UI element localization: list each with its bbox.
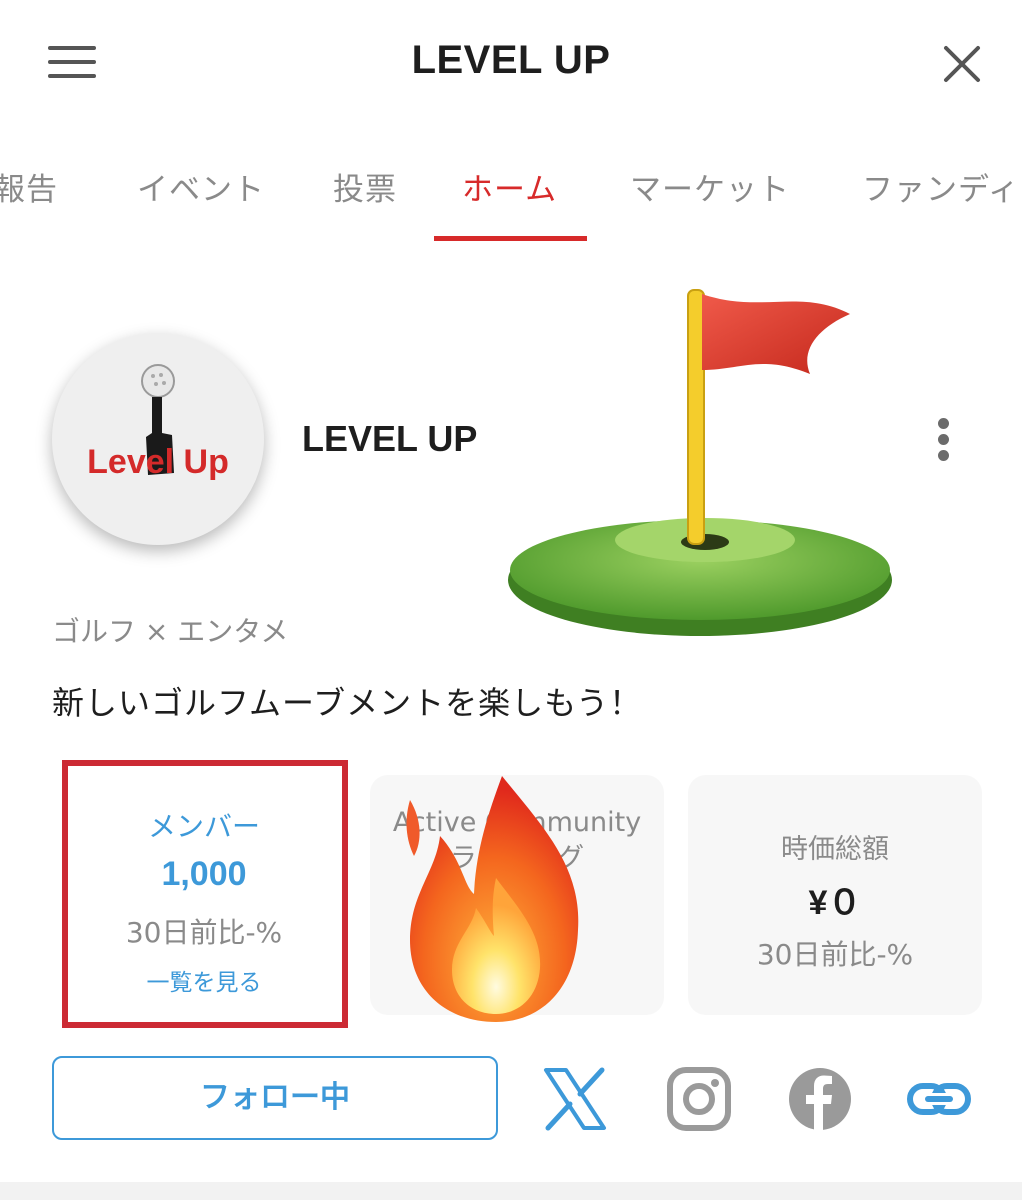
level-up-logo: Level Up: [87, 364, 229, 481]
tab-votes[interactable]: 投票: [333, 164, 397, 209]
x-icon[interactable]: [542, 1066, 608, 1132]
bottom-divider: [0, 1182, 1022, 1200]
market-cap-change: 30日前比-%: [756, 938, 914, 971]
close-icon[interactable]: [938, 40, 986, 88]
instagram-icon[interactable]: [666, 1066, 732, 1132]
page-title: LEVEL UP: [411, 38, 611, 82]
community-tagline: 新しいゴルフムーブメントを楽しもう！: [52, 684, 643, 722]
tab-home[interactable]: ホーム: [462, 164, 557, 209]
community-name: LEVEL UP: [302, 418, 478, 459]
market-cap-card[interactable]: 時価総額 ¥０ 30日前比-%: [688, 775, 982, 1015]
facebook-icon[interactable]: [787, 1066, 853, 1132]
link-icon[interactable]: [906, 1066, 972, 1132]
community-avatar: Level Up: [52, 333, 264, 545]
tab-report[interactable]: 報告: [0, 164, 58, 209]
market-cap-value: ¥０: [808, 884, 862, 922]
golf-flag-emoji: [508, 289, 892, 636]
tab-events[interactable]: イベント: [137, 164, 265, 209]
community-category: ゴルフ × エンタメ: [52, 615, 289, 648]
follow-button[interactable]: フォロー中: [52, 1056, 498, 1140]
logo-text: Level Up: [87, 443, 229, 481]
highlight-box: [62, 760, 348, 1028]
more-options-icon[interactable]: [934, 418, 954, 462]
market-cap-label: 時価総額: [781, 834, 889, 865]
tab-bar: 報告 イベント 投票 ホーム マーケット ファンディ: [0, 150, 1022, 242]
header: LEVEL UP: [0, 0, 1022, 130]
fire-emoji: [406, 776, 579, 1022]
active-tab-indicator: [434, 236, 587, 241]
tab-market[interactable]: マーケット: [630, 164, 790, 209]
tab-funding[interactable]: ファンディ: [862, 164, 1020, 209]
